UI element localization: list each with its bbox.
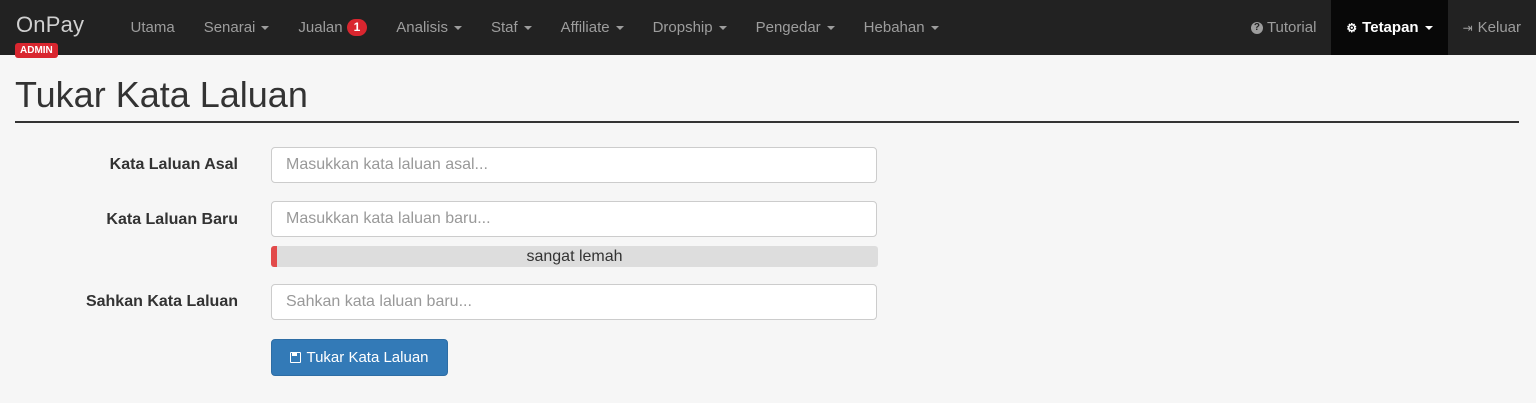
nav-item-jualan[interactable]: Jualan 1 [284, 0, 382, 55]
question-circle-icon: ? [1250, 21, 1263, 34]
main-nav: Utama Senarai Jualan 1 Analisis Staf Affi… [116, 0, 953, 55]
title-divider [15, 121, 1519, 123]
current-password-input[interactable] [271, 147, 877, 183]
caret-down-icon [261, 25, 270, 30]
right-nav: ? Tutorial ⚙ Tetapan ⇥ Keluar [1236, 0, 1536, 55]
brand[interactable]: OnPay ADMIN [0, 0, 116, 58]
password-strength-meter: sangat lemah [271, 246, 878, 267]
nav-item-keluar[interactable]: ⇥ Keluar [1448, 0, 1536, 55]
new-password-input[interactable] [271, 201, 877, 237]
page-title: Tukar Kata Laluan [15, 74, 308, 115]
caret-down-icon [930, 25, 939, 30]
nav-item-tutorial[interactable]: ? Tutorial [1236, 0, 1331, 55]
sign-out-icon: ⇥ [1462, 20, 1473, 35]
nav-item-analisis[interactable]: Analisis [382, 0, 477, 55]
nav-item-staf[interactable]: Staf [476, 0, 546, 55]
confirm-password-label: Sahkan Kata Laluan [85, 293, 238, 310]
nav-item-tetapan[interactable]: ⚙ Tetapan [1331, 0, 1448, 55]
nav-item-utama[interactable]: Utama [116, 0, 189, 55]
nav-item-affiliate[interactable]: Affiliate [546, 0, 638, 55]
caret-down-icon [615, 25, 624, 30]
nav-item-senarai[interactable]: Senarai [189, 0, 284, 55]
caret-down-icon [1424, 25, 1433, 30]
nav-item-dropship[interactable]: Dropship [638, 0, 741, 55]
caret-down-icon [826, 25, 835, 30]
caret-down-icon [718, 25, 727, 30]
strength-text: sangat lemah [526, 248, 623, 265]
current-password-label: Kata Laluan Asal [109, 156, 238, 173]
brand-name[interactable]: OnPay [16, 12, 84, 38]
caret-down-icon [453, 25, 462, 30]
top-navbar: OnPay ADMIN Utama Senarai Jualan 1 Analis… [0, 0, 1536, 58]
new-password-label: Kata Laluan Baru [106, 211, 238, 228]
nav-item-hebahan[interactable]: Hebahan [849, 0, 953, 55]
change-password-button[interactable]: Tukar Kata Laluan [271, 339, 448, 376]
floppy-disk-icon [290, 352, 302, 363]
confirm-password-input[interactable] [271, 284, 877, 320]
admin-badge: ADMIN [15, 43, 58, 58]
nav-item-pengedar[interactable]: Pengedar [741, 0, 849, 55]
jualan-count-badge: 1 [346, 19, 368, 36]
caret-down-icon [523, 25, 532, 30]
cogs-icon: ⚙ [1346, 20, 1358, 35]
